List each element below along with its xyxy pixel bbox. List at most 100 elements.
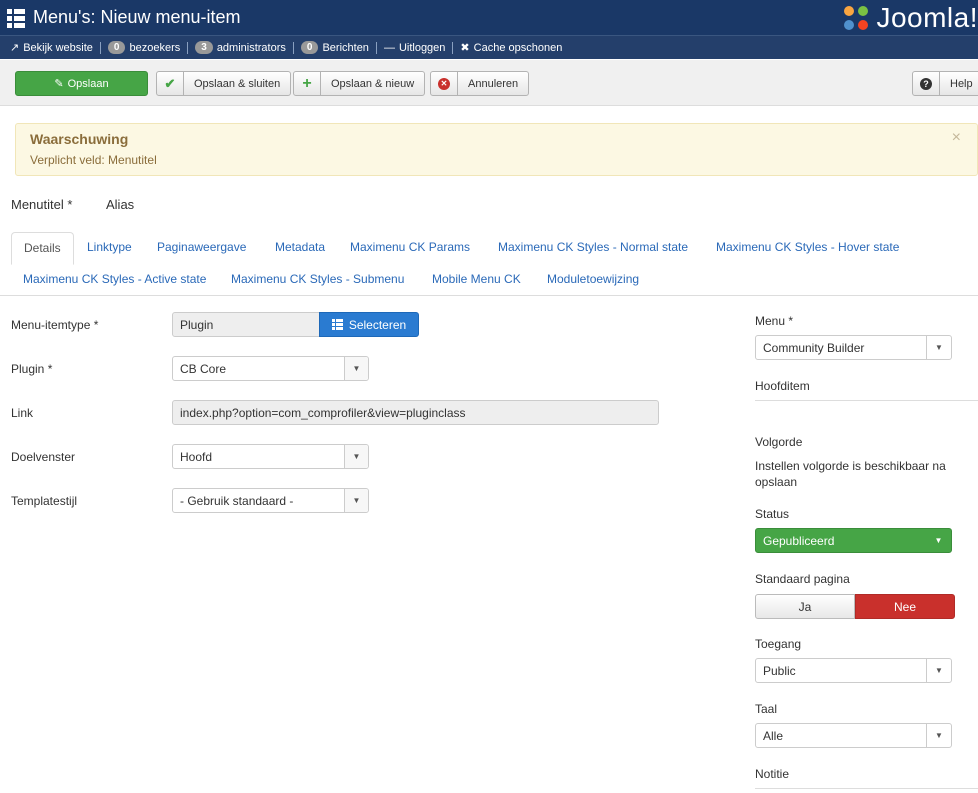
note-label: Notitie xyxy=(755,767,790,781)
check-icon: ✔ xyxy=(157,72,184,95)
header-bar: Menu's: Nieuw menu-item Joomla! xyxy=(0,0,978,35)
select-label: Selecteren xyxy=(348,317,407,332)
save-button[interactable]: ✎ Opslaan xyxy=(15,71,148,96)
itemtype-label: Menu-itemtype * xyxy=(11,318,99,332)
tab-maximenu-params[interactable]: Maximenu CK Params xyxy=(350,240,470,254)
alert-message: Verplicht veld: Menutitel xyxy=(30,153,157,167)
menu-value: Community Builder xyxy=(763,340,865,355)
template-value: - Gebruik standaard - xyxy=(180,493,294,508)
minus-icon: — xyxy=(383,41,395,54)
language-label: Taal xyxy=(755,702,778,716)
view-site-link[interactable]: ↗ Bekijk website xyxy=(10,41,93,55)
alert-heading: Waarschuwing xyxy=(30,131,129,147)
cancel-button[interactable]: ✕ Annuleren xyxy=(430,71,530,96)
plugin-select[interactable]: CB Core ▼ xyxy=(172,356,369,381)
chevron-down-icon: ▼ xyxy=(926,724,951,747)
messages-badge: 0 xyxy=(300,41,319,54)
tab-mobile-menu[interactable]: Mobile Menu CK xyxy=(432,272,521,286)
home-no-button[interactable]: Nee xyxy=(855,594,955,619)
logo-text: Joomla! xyxy=(876,1,978,33)
home-toggle: Ja Nee xyxy=(755,594,955,619)
tab-details[interactable]: Details xyxy=(11,232,74,265)
view-site-label: Bekijk website xyxy=(23,41,93,54)
divider xyxy=(187,41,189,54)
status-bar: ↗ Bekijk website 0 bezoekers 3 administr… xyxy=(0,35,978,59)
admins-badge: 3 xyxy=(195,41,213,54)
tab-maximenu-active[interactable]: Maximenu CK Styles - Active state xyxy=(23,272,206,286)
warning-alert: Waarschuwing Verplicht veld: Menutitel × xyxy=(15,123,978,176)
plus-icon: + xyxy=(294,72,321,95)
parent-field[interactable] xyxy=(755,400,978,401)
save-new-label: Opslaan & nieuw xyxy=(331,77,415,90)
messages-label: Berichten xyxy=(322,41,369,54)
status-select[interactable]: Gepubliceerd ▼ xyxy=(755,528,952,553)
tab-paginaweergave[interactable]: Paginaweergave xyxy=(157,240,246,254)
access-value: Public xyxy=(763,663,796,678)
external-link-icon: ↗ xyxy=(10,42,20,54)
itemtype-field: Plugin xyxy=(172,312,320,337)
divider xyxy=(292,41,294,54)
clear-cache-link[interactable]: ✖ Cache opschonen xyxy=(460,41,563,55)
save-close-button[interactable]: ✔ Opslaan & sluiten xyxy=(156,71,292,96)
visitors-label: bezoekers xyxy=(129,41,181,54)
messages-link[interactable]: 0 Berichten xyxy=(300,41,369,54)
joomla-logo: Joomla! xyxy=(840,0,978,35)
joomla-logo-icon xyxy=(844,5,869,30)
menu-select[interactable]: Community Builder ▼ xyxy=(755,335,952,360)
target-value: Hoofd xyxy=(180,449,213,464)
note-field[interactable] xyxy=(755,788,978,789)
cancel-icon: ✕ xyxy=(431,72,458,95)
plugin-label: Plugin * xyxy=(11,362,53,376)
save-label: Opslaan xyxy=(67,77,109,90)
help-button[interactable]: ? Help xyxy=(912,71,978,96)
logout-label: Uitloggen xyxy=(398,41,446,54)
tab-maximenu-hover[interactable]: Maximenu CK Styles - Hover state xyxy=(716,240,899,254)
help-label: Help xyxy=(950,77,973,90)
tab-metadata[interactable]: Metadata xyxy=(275,240,325,254)
status-label: Status xyxy=(755,507,790,521)
template-select[interactable]: - Gebruik standaard - ▼ xyxy=(172,488,369,513)
tab-maximenu-submenu[interactable]: Maximenu CK Styles - Submenu xyxy=(231,272,404,286)
link-label: Link xyxy=(11,406,34,420)
save-new-button[interactable]: + Opslaan & nieuw xyxy=(293,71,426,96)
tab-bar-row2: Maximenu CK Styles - Active state Maxime… xyxy=(0,264,978,296)
menu-label: Menu * xyxy=(755,314,794,328)
page-title: Menu's: Nieuw menu-item xyxy=(33,7,241,27)
parent-label: Hoofditem xyxy=(755,379,810,393)
clear-cache-label: Cache opschonen xyxy=(473,41,563,54)
menu-list-icon xyxy=(7,8,25,28)
access-select[interactable]: Public ▼ xyxy=(755,658,952,683)
list-icon xyxy=(331,319,343,330)
language-select[interactable]: Alle ▼ xyxy=(755,723,952,748)
edit-icon: ✎ xyxy=(54,78,64,90)
close-icon[interactable]: × xyxy=(952,129,961,147)
select-button[interactable]: Selecteren xyxy=(319,312,419,337)
order-note: Instellen volgorde is beschikbaar na ops… xyxy=(755,459,946,489)
visitors-badge: 0 xyxy=(107,41,126,54)
cancel-label: Annuleren xyxy=(468,77,519,90)
itemtype-value: Plugin xyxy=(180,317,214,332)
tab-moduletoewijzing[interactable]: Moduletoewijzing xyxy=(547,272,639,286)
logout-link[interactable]: — Uitloggen xyxy=(384,42,445,54)
home-yes-button[interactable]: Ja xyxy=(755,594,855,619)
alias-label: Alias xyxy=(106,197,135,212)
menutitle-label: Menutitel * xyxy=(11,197,73,212)
order-label: Volgorde xyxy=(755,435,803,449)
tab-linktype[interactable]: Linktype xyxy=(87,240,132,254)
link-field: index.php?option=com_comprofiler&view=pl… xyxy=(172,400,659,425)
language-value: Alle xyxy=(763,728,784,743)
tab-bar: Details Linktype Paginaweergave Metadata… xyxy=(0,232,978,265)
chevron-down-icon: ▼ xyxy=(926,336,951,359)
divider xyxy=(375,41,377,54)
tab-maximenu-normal[interactable]: Maximenu CK Styles - Normal state xyxy=(498,240,688,254)
divider xyxy=(452,41,454,54)
chevron-down-icon: ▼ xyxy=(344,357,368,380)
target-select[interactable]: Hoofd ▼ xyxy=(172,444,369,469)
template-label: Templatestijl xyxy=(11,494,78,508)
question-icon: ? xyxy=(913,72,940,95)
home-label: Standaard pagina xyxy=(755,572,850,586)
save-close-label: Opslaan & sluiten xyxy=(194,77,281,90)
toolbar: ✎ Opslaan ✔ Opslaan & sluiten + Opslaan … xyxy=(0,60,978,106)
divider xyxy=(99,41,101,54)
wrench-icon: ✖ xyxy=(460,42,470,54)
